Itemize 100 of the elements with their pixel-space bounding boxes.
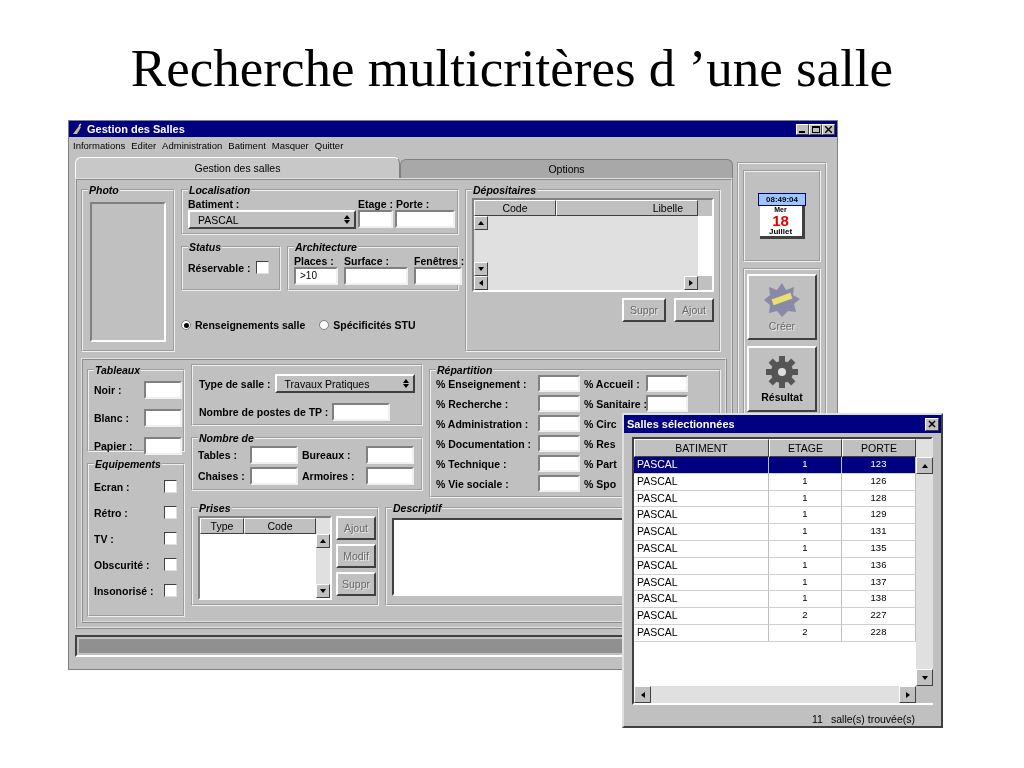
table-row[interactable]: PASCAL 1 137: [634, 574, 916, 592]
field-label: Réservable :: [188, 261, 251, 274]
input-field[interactable]: [144, 409, 182, 427]
scroll-down-button[interactable]: [316, 584, 330, 598]
column-header[interactable]: BATIMENT: [634, 439, 769, 457]
column-header[interactable]: PORTE: [842, 439, 916, 457]
scroll-down-button[interactable]: [474, 262, 488, 276]
checkbox[interactable]: [164, 584, 177, 597]
group-title: Répartition: [436, 364, 494, 376]
table-row[interactable]: PASCAL 1 123: [634, 457, 916, 474]
gear-icon: [765, 355, 799, 389]
scroll-right-button[interactable]: [684, 276, 698, 290]
input-field[interactable]: [250, 467, 298, 485]
menu-item[interactable]: Administration: [162, 140, 223, 151]
column-header[interactable]: ETAGE: [769, 439, 842, 457]
checkbox[interactable]: [164, 506, 177, 519]
menu-item[interactable]: Quitter: [314, 140, 344, 151]
close-icon: [928, 420, 936, 428]
group-title: Descriptif: [392, 502, 443, 514]
dropdown[interactable]: PASCAL: [188, 210, 356, 229]
vertical-scrollbar[interactable]: [316, 518, 330, 598]
radio-button[interactable]: [181, 320, 191, 330]
input-field[interactable]: [414, 267, 462, 285]
field-label: Obscurité :: [94, 558, 151, 571]
checkbox[interactable]: [164, 558, 177, 571]
table-cell: PASCAL: [634, 574, 769, 592]
table-cell: PASCAL: [634, 507, 769, 525]
menu-item[interactable]: Editer: [131, 140, 157, 151]
radio-label[interactable]: Renseignements salle: [195, 319, 306, 331]
field-label: Surface :: [344, 255, 390, 267]
menu-item[interactable]: Batiment: [228, 140, 266, 151]
tab[interactable]: Gestion des salles: [75, 157, 400, 178]
scroll-up-button[interactable]: [474, 216, 488, 230]
close-button[interactable]: [822, 123, 835, 135]
field-label: % Accueil :: [584, 377, 641, 390]
input-field[interactable]: [144, 437, 182, 455]
button[interactable]: Résultat: [747, 346, 817, 412]
group-title: Tableaux: [94, 364, 142, 376]
table-row[interactable]: PASCAL 1 128: [634, 490, 916, 508]
starburst-icon: [764, 282, 800, 318]
scroll-down-button[interactable]: [916, 669, 933, 686]
input-field[interactable]: [538, 455, 580, 472]
input-field[interactable]: [538, 435, 580, 452]
scroll-right-button[interactable]: [899, 686, 916, 703]
table-cell: 2: [769, 624, 842, 642]
table-cell: 123: [842, 457, 916, 474]
input-field[interactable]: [344, 267, 408, 285]
input-field[interactable]: [538, 395, 580, 412]
column-header[interactable]: Type: [200, 518, 244, 534]
horizontal-scrollbar[interactable]: [474, 276, 698, 290]
input-field[interactable]: [358, 210, 393, 228]
table-row[interactable]: PASCAL 2 227: [634, 608, 916, 625]
input-field[interactable]: [250, 446, 298, 464]
column-header[interactable]: Libelle: [556, 200, 698, 216]
tab[interactable]: Options: [400, 159, 733, 178]
field-label: % Recherche :: [436, 397, 510, 410]
input-field[interactable]: [646, 375, 688, 392]
checkbox[interactable]: [256, 261, 270, 274]
radio-label[interactable]: Spécificités STU: [333, 319, 416, 331]
table-cell: 1: [769, 541, 842, 558]
scroll-up-button[interactable]: [316, 534, 330, 548]
input-field[interactable]: >10: [294, 267, 338, 285]
input-field[interactable]: [144, 381, 182, 399]
column-header[interactable]: Code: [244, 518, 316, 534]
field-label: Insonorisé :: [94, 584, 155, 597]
updown-caret-icon: [344, 215, 350, 224]
group-title: Prises: [198, 502, 232, 514]
menu-item[interactable]: Masquer: [271, 140, 309, 151]
horizontal-scrollbar[interactable]: [634, 686, 916, 703]
input-field[interactable]: [646, 395, 688, 412]
day-number: 18: [772, 213, 789, 228]
input-field[interactable]: [366, 446, 414, 464]
table-row[interactable]: PASCAL 1 126: [634, 473, 916, 491]
table-row[interactable]: PASCAL 1 138: [634, 591, 916, 609]
input-field[interactable]: [538, 375, 580, 392]
table-row[interactable]: PASCAL 2 228: [634, 624, 916, 642]
table-row[interactable]: PASCAL 1 136: [634, 557, 916, 575]
scroll-up-button[interactable]: [916, 457, 933, 474]
minimize-button[interactable]: [796, 123, 809, 135]
input-field[interactable]: [538, 475, 580, 492]
scroll-left-button[interactable]: [634, 686, 651, 703]
table-row[interactable]: PASCAL 1 131: [634, 524, 916, 541]
vertical-scrollbar[interactable]: [916, 439, 933, 686]
maximize-button[interactable]: [809, 123, 822, 135]
group-title: Architecture: [294, 241, 358, 253]
column-header[interactable]: Code: [474, 200, 556, 216]
scroll-left-button[interactable]: [474, 276, 488, 290]
input-field[interactable]: [395, 210, 455, 228]
input-field[interactable]: [366, 467, 414, 485]
checkbox[interactable]: [164, 480, 177, 493]
menu-item[interactable]: Informations: [73, 140, 126, 151]
radio-button[interactable]: [319, 320, 330, 330]
vertical-scrollbar[interactable]: [474, 216, 698, 276]
input-field[interactable]: [332, 403, 391, 421]
close-button[interactable]: [925, 417, 939, 431]
input-field[interactable]: [538, 415, 580, 432]
table-row[interactable]: PASCAL 1 135: [634, 541, 916, 558]
checkbox[interactable]: [164, 532, 177, 545]
table-row[interactable]: PASCAL 1 129: [634, 507, 916, 525]
dropdown[interactable]: Travaux Pratiques: [274, 374, 415, 393]
